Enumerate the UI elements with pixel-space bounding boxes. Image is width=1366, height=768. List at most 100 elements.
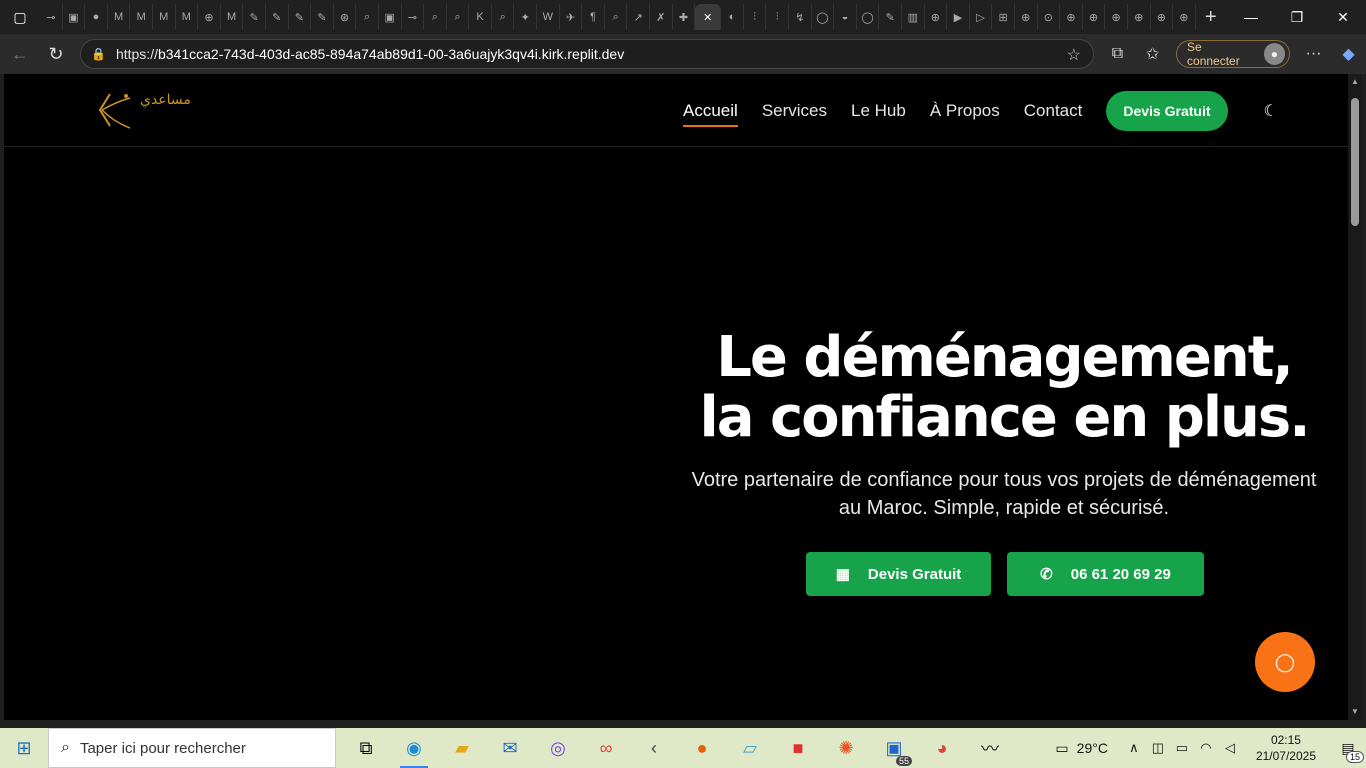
show-hidden-icons-icon[interactable]: ∧ [1122,740,1146,756]
tab-actions-icon[interactable]: ▢ [0,0,40,34]
tab-icon-4[interactable]: M [108,4,131,30]
scroll-up-icon[interactable]: ▲ [1348,74,1362,90]
tab-icon-45[interactable]: ⊙ [1038,4,1061,30]
site-logo[interactable]: مساعدي [96,88,206,130]
notes-app-icon[interactable]: ▱ [726,728,774,768]
windows-start-icon[interactable]: ⊞ [0,728,48,768]
nav-services[interactable]: Services [762,95,827,127]
tab-icon-48[interactable]: ⊕ [1105,4,1128,30]
file-explorer-icon[interactable]: ▰ [438,728,486,768]
back-icon[interactable]: ← [2,36,38,72]
tab-icon-44[interactable]: ⊕ [1015,4,1038,30]
camera-icon[interactable]: ◫ [1146,740,1170,756]
hero-quote-button[interactable]: ▦ Devis Gratuit [806,552,991,596]
tab-icon-6[interactable]: M [153,4,176,30]
notifications-icon[interactable]: ▤ 15 [1330,740,1366,763]
tab-icon-42[interactable]: ▷ [970,4,993,30]
tab-icon-19[interactable]: ⌕ [447,4,470,30]
page-scrollbar[interactable]: ▲ ▼ [1348,74,1362,720]
battery-icon[interactable]: ▭ [1170,740,1194,756]
tab-icon-12[interactable]: ✎ [289,4,312,30]
nav-contact[interactable]: Contact [1024,95,1083,127]
minimize-icon[interactable]: — [1228,0,1274,34]
tab-icon-25[interactable]: ¶ [582,4,605,30]
tab-icon-21[interactable]: ⌕ [492,4,515,30]
more-options-icon[interactable]: ··· [1296,36,1331,72]
refresh-icon[interactable]: ↻ [38,36,74,72]
nav-accueil[interactable]: Accueil [683,95,738,127]
tab-icon-24[interactable]: ✈ [560,4,583,30]
tab-icon-38[interactable]: ✎ [879,4,902,30]
scroll-thumb[interactable] [1351,98,1359,226]
tab-icon-49[interactable]: ⊕ [1128,4,1151,30]
tab-icon-36[interactable]: ◒ [834,4,857,30]
active-tab-close-icon[interactable]: ✕ [695,4,722,30]
chrome-icon[interactable]: ◕ [918,728,966,768]
weather-widget[interactable]: ▭ 29°C [1055,740,1108,757]
tab-icon-47[interactable]: ⊕ [1083,4,1106,30]
tab-icon-31[interactable]: ◐ [721,4,744,30]
tab-icon-46[interactable]: ⊕ [1060,4,1083,30]
tab-icon-15[interactable]: ⌕ [356,4,379,30]
tab-icon-14[interactable]: ⊛ [334,4,357,30]
dark-mode-toggle-icon[interactable]: ☾ [1264,101,1278,121]
task-view-icon[interactable]: ⧉ [342,728,390,768]
taskbar-search-box[interactable]: ⌕ Taper ici pour rechercher [48,728,336,768]
tab-icon-40[interactable]: ⊕ [925,4,948,30]
tab-icon-51[interactable]: ⊕ [1173,4,1196,30]
tab-icon-16[interactable]: ▣ [379,4,402,30]
wave-app-icon[interactable]: 〰 [966,728,1014,768]
nav-le-hub[interactable]: Le Hub [851,95,906,127]
code-app-icon[interactable]: ‹ [630,728,678,768]
tab-icon-50[interactable]: ⊕ [1151,4,1174,30]
tab-icon-5[interactable]: M [130,4,153,30]
tab-icon-10[interactable]: ✎ [243,4,266,30]
tab-icon-18[interactable]: ⌕ [424,4,447,30]
address-bar[interactable]: 🔒 https://b341cca2-743d-403d-ac85-894a74… [80,39,1094,69]
tab-icon-8[interactable]: ⊕ [198,4,221,30]
new-tab-button[interactable]: + [1196,0,1226,34]
tab-icon-27[interactable]: ↗ [627,4,651,30]
tab-icon-3[interactable]: ● [85,4,108,30]
tab-icon-1[interactable]: ⊸ [40,4,63,30]
tab-icon-35[interactable]: ◯ [812,4,835,30]
tab-icon-20[interactable]: K [469,4,492,30]
tab-icon-22[interactable]: ✦ [514,4,538,30]
tab-icon-28[interactable]: ✗ [650,4,673,30]
tab-icon-41[interactable]: ▶ [947,4,970,30]
tab-icon-26[interactable]: ⌕ [605,4,628,30]
chat-bubble-button[interactable]: ◯ [1255,632,1315,692]
tab-icon-13[interactable]: ✎ [311,4,334,30]
mail-icon[interactable]: ✉ [486,728,534,768]
tab-icon-37[interactable]: ◯ [857,4,880,30]
nav-quote-button[interactable]: Devis Gratuit [1106,90,1228,131]
favorite-star-icon[interactable]: ☆ [1067,45,1081,65]
firefox-icon[interactable]: ● [678,728,726,768]
tab-icon-29[interactable]: ✚ [673,4,696,30]
tab-icon-34[interactable]: ↯ [789,4,812,30]
signin-button[interactable]: Se connecter ● [1176,40,1290,68]
volume-icon[interactable]: ◁ [1218,740,1242,756]
tab-icon-23[interactable]: W [537,4,560,30]
tab-icon-33[interactable]: ⫶ [766,4,789,30]
copilot-icon[interactable]: ◆ [1331,36,1366,72]
extensions-icon[interactable]: ⧉ [1100,36,1135,72]
tab-icon-2[interactable]: ▣ [63,4,86,30]
tab-icon-7[interactable]: M [176,4,199,30]
tab-icon-11[interactable]: ✎ [266,4,289,30]
app-ring-icon[interactable]: ◎ [534,728,582,768]
grouped-app-icon[interactable]: ▣ 55 [870,728,918,768]
scroll-down-icon[interactable]: ▼ [1348,704,1362,720]
wifi-icon[interactable]: ◠ [1194,740,1218,756]
tab-icon-39[interactable]: ▥ [902,4,925,30]
tab-icon-43[interactable]: ⊞ [992,4,1015,30]
hero-phone-button[interactable]: ✆ 06 61 20 69 29 [1007,552,1204,596]
sun-app-icon[interactable]: ✺ [822,728,870,768]
nav-a-propos[interactable]: À Propos [930,95,1000,127]
tab-icon-17[interactable]: ⊸ [402,4,425,30]
clock[interactable]: 02:15 21/07/2025 [1256,732,1316,764]
red-app-icon[interactable]: ■ [774,728,822,768]
network-app-icon[interactable]: ∞ [582,728,630,768]
restore-icon[interactable]: ❐ [1274,0,1320,34]
tab-icon-9[interactable]: M [221,4,244,30]
